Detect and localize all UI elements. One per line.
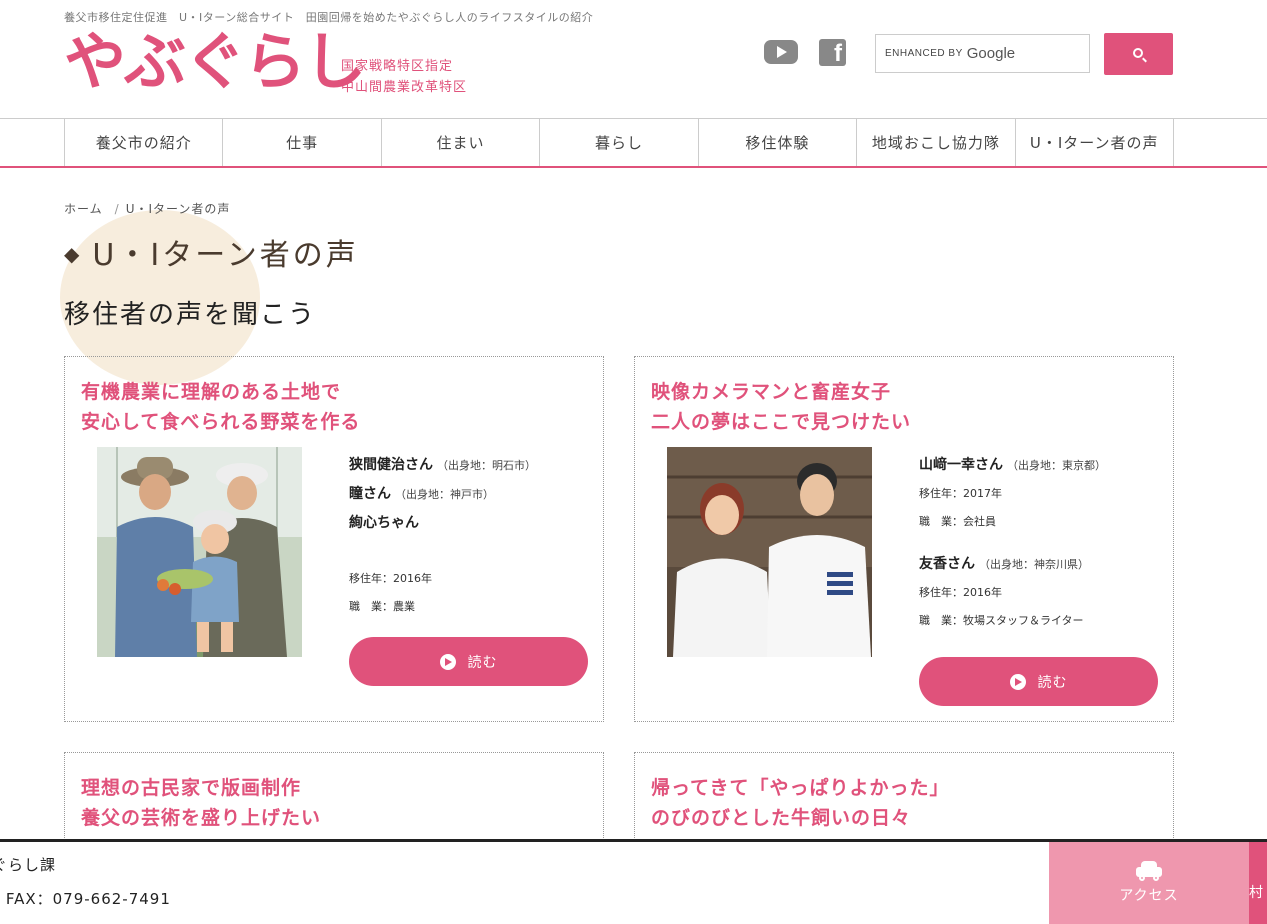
- read-button[interactable]: 読む: [919, 657, 1158, 706]
- card-info: 狭間健治さん （出身地：明石市） 瞳さん （出身地：神戸市） 絢心ちゃん 移住年：2…: [349, 451, 536, 621]
- access-button[interactable]: アクセス: [1049, 842, 1249, 924]
- occupation: 職 業：農業: [349, 600, 415, 613]
- nav-item-housing[interactable]: 住まい: [380, 118, 539, 167]
- occupation: 職 業：牧場スタッフ＆ライター: [919, 614, 1084, 627]
- read-button[interactable]: 読む: [349, 637, 588, 686]
- voice-card: 有機農業に理解のある土地で 安心して食べられる野菜を作る 狭間健治さん （出身地…: [64, 356, 604, 722]
- logo-subtitle: 国家戦略特区指定 中山間農業改革特区: [341, 56, 467, 98]
- nav-bottom-border: [0, 166, 1267, 168]
- card-title-line-2: のびのびとした牛飼いの日々: [651, 807, 912, 829]
- person-name: 絢心ちゃん: [349, 515, 419, 531]
- enhanced-by-label: ENHANCED BY: [885, 48, 963, 59]
- arrow-circle-icon: [439, 653, 456, 670]
- card-title-line-1: 帰ってきて「やっぱりよかった」: [651, 777, 950, 799]
- breadcrumb-separator: /: [114, 202, 120, 216]
- breadcrumb: ホーム / U・Iターン者の声: [64, 200, 230, 217]
- footer-fax: / FAX：079-662-7491: [0, 890, 171, 908]
- diamond-icon: ◆: [64, 242, 83, 266]
- nav-item-intro[interactable]: 養父市の紹介: [64, 118, 222, 167]
- page-title-text: U・Iターン者の声: [92, 238, 359, 273]
- move-year: 移住年：2017年: [919, 487, 1002, 500]
- tagline: 養父市移住定住促進 U・Iターン総合サイト 田園回帰を始めたやぶぐらし人のライフ…: [64, 11, 594, 24]
- search-icon: [1132, 48, 1143, 58]
- card-title[interactable]: 理想の古民家で版画制作 養父の芸術を盛り上げたい: [81, 773, 321, 833]
- card-title-line-2: 安心して食べられる野菜を作る: [81, 411, 361, 433]
- breadcrumb-current: U・Iターン者の声: [125, 202, 231, 216]
- breadcrumb-home[interactable]: ホーム: [64, 202, 103, 216]
- person-name: 瞳さん （出身地：神戸市）: [349, 486, 494, 502]
- page-title: ◆ U・Iターン者の声: [64, 230, 359, 274]
- nav-item-work[interactable]: 仕事: [222, 118, 380, 167]
- card-title[interactable]: 帰ってきて「やっぱりよかった」 のびのびとした牛飼いの日々: [651, 773, 949, 833]
- page-subtitle: 移住者の声を聞こう: [64, 300, 317, 330]
- card-title-line-2: 養父の芸術を盛り上げたい: [81, 807, 322, 829]
- access-label: アクセス: [1119, 888, 1179, 904]
- car-icon: [1136, 861, 1162, 881]
- nav-item-trial[interactable]: 移住体験: [697, 118, 856, 167]
- search-button[interactable]: [1104, 33, 1173, 75]
- card-title[interactable]: 映像カメラマンと畜産女子 二人の夢はここで見つけたい: [651, 377, 911, 437]
- search-input[interactable]: ENHANCED BY Google: [875, 34, 1090, 73]
- card-title-line-1: 映像カメラマンと畜産女子: [651, 381, 892, 403]
- site-logo[interactable]: やぶぐらし: [64, 26, 366, 98]
- occupation: 職 業：会社員: [919, 515, 996, 528]
- voice-card: 映像カメラマンと畜産女子 二人の夢はここで見つけたい 山﨑一幸さん （出身地：東京…: [634, 356, 1174, 722]
- google-label: Google: [966, 45, 1016, 62]
- read-button-label: 読む: [467, 654, 498, 671]
- card-title-line-1: 理想の古民家で版画制作: [81, 777, 302, 799]
- person-name: 狭間健治さん （出身地：明石市）: [349, 457, 536, 473]
- youtube-icon[interactable]: [764, 40, 798, 64]
- person-name: 山﨑一幸さん （出身地：東京都）: [919, 457, 1106, 473]
- arrow-circle-icon: [1009, 673, 1026, 690]
- main-nav: 養父市の紹介 仕事 住まい 暮らし 移住体験 地域おこし協力隊 U・Iターン者の…: [64, 118, 1174, 167]
- footer-department: ぐらし課: [0, 856, 57, 874]
- nav-item-voices[interactable]: U・Iターン者の声: [1014, 118, 1174, 167]
- card-title-line-1: 有機農業に理解のある土地で: [81, 381, 342, 403]
- move-year: 移住年：2016年: [349, 572, 432, 585]
- nav-item-living[interactable]: 暮らし: [539, 118, 697, 167]
- card-info: 山﨑一幸さん （出身地：東京都） 移住年：2017年 職 業：会社員 友香さん （出…: [919, 451, 1106, 635]
- card-title-line-2: 二人の夢はここで見つけたい: [651, 411, 912, 433]
- move-year: 移住年：2016年: [919, 586, 1002, 599]
- couple-photo[interactable]: [667, 447, 872, 657]
- nav-item-cooperation[interactable]: 地域おこし協力隊: [856, 118, 1014, 167]
- person-name: 友香さん （出身地：神奈川県）: [919, 556, 1089, 572]
- read-button-label: 読む: [1037, 674, 1068, 691]
- facebook-icon[interactable]: f: [819, 39, 846, 66]
- next-footer-tab[interactable]: 村: [1249, 842, 1267, 924]
- logo-subtitle-line-2: 中山間農業改革特区: [341, 80, 468, 95]
- card-title[interactable]: 有機農業に理解のある土地で 安心して食べられる野菜を作る: [81, 377, 360, 437]
- family-photo[interactable]: [97, 447, 302, 657]
- logo-subtitle-line-1: 国家戦略特区指定: [341, 59, 454, 74]
